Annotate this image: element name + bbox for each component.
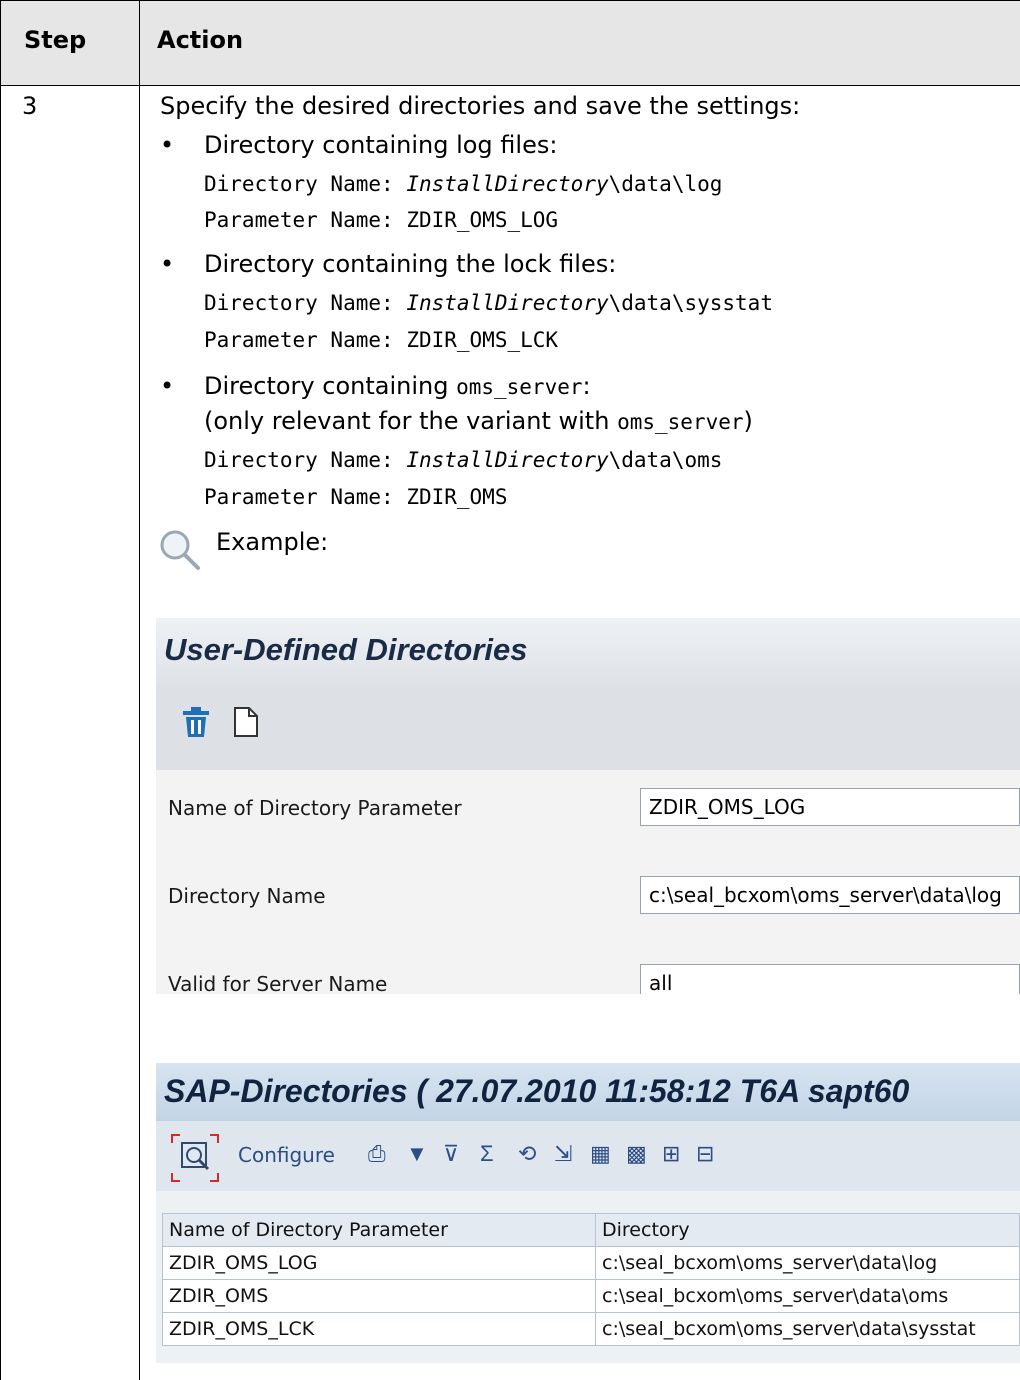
table-row[interactable]: ZDIR_OMS_LCK c:\seal_bcxom\oms_server\da… bbox=[162, 1312, 1020, 1346]
parameter-line: Parameter Name: ZDIR_OMS_LOG bbox=[204, 208, 558, 232]
panel-title-bar: SAP-Directories ( 27.07.2010 11:58:12 T6… bbox=[156, 1063, 1020, 1121]
title-code: oms_server bbox=[456, 375, 583, 399]
dir-var: InstallDirectory bbox=[406, 172, 609, 196]
dir-path: \data\log bbox=[608, 172, 723, 196]
title-post: : bbox=[582, 372, 591, 400]
new-document-icon[interactable] bbox=[233, 706, 259, 743]
bullet: • bbox=[160, 250, 175, 278]
dir-label: Directory Name: bbox=[204, 291, 394, 315]
sum-icon[interactable]: Σ bbox=[480, 1141, 494, 1167]
note-pre: (only relevant for the variant with bbox=[204, 407, 618, 435]
parameter-line: Parameter Name: ZDIR_OMS_LCK bbox=[204, 328, 558, 352]
details-icon[interactable] bbox=[170, 1133, 220, 1188]
bullet-title: Directory containing log files: bbox=[204, 131, 558, 159]
header-step: Step bbox=[24, 26, 87, 54]
directory-name-field[interactable]: c:\seal_bcxom\oms_server\data\log bbox=[640, 876, 1020, 914]
header-action: Action bbox=[157, 26, 244, 54]
sort-icon[interactable]: ▼ bbox=[406, 1141, 428, 1167]
parameter-cell: ZDIR_OMS_LCK bbox=[162, 1312, 596, 1346]
user-defined-directories-panel: User-Defined Directories Name of Directo… bbox=[156, 618, 1020, 994]
bullet-title: Directory containing oms_server: bbox=[204, 372, 591, 400]
step-number: 3 bbox=[22, 92, 38, 120]
panel-toolbar: Configure ⎙ ▼ ⊽ Σ ⟲ ⇲ ▦ ▩ ⊞ ⊟ bbox=[156, 1121, 1020, 1191]
intro-text: Specify the desired directories and save… bbox=[160, 92, 801, 120]
filter-icon[interactable]: ⊽ bbox=[443, 1141, 459, 1167]
directory-line: Directory Name: InstallDirectory\data\lo… bbox=[204, 172, 722, 196]
rule bbox=[0, 0, 1, 1380]
param-value: ZDIR_OMS bbox=[406, 485, 508, 509]
delete-row-icon[interactable]: ⊟ bbox=[696, 1141, 714, 1167]
table-header: Step Action bbox=[0, 0, 1020, 85]
dir-path: \data\oms bbox=[608, 448, 723, 472]
directory-cell: c:\seal_bcxom\oms_server\data\log bbox=[595, 1246, 1020, 1280]
column-header[interactable]: Name of Directory Parameter bbox=[162, 1213, 596, 1247]
param-value: ZDIR_OMS_LOG bbox=[406, 208, 559, 232]
grid-icon[interactable]: ▩ bbox=[626, 1141, 647, 1167]
panel-form: Name of Directory Parameter ZDIR_OMS_LOG… bbox=[156, 770, 1020, 994]
layout-icon[interactable]: ▦ bbox=[590, 1141, 611, 1167]
column-header[interactable]: Directory bbox=[595, 1213, 1020, 1247]
rule bbox=[0, 0, 1020, 1]
field-label: Directory Name bbox=[168, 884, 326, 908]
bullet-title: Directory containing the lock files: bbox=[204, 250, 617, 278]
dir-var: InstallDirectory bbox=[406, 291, 609, 315]
configure-button[interactable]: Configure bbox=[238, 1143, 335, 1167]
insert-row-icon[interactable]: ⊞ bbox=[662, 1141, 680, 1167]
dir-label: Directory Name: bbox=[204, 448, 394, 472]
title-pre: Directory containing bbox=[204, 372, 457, 400]
param-label: Parameter Name: bbox=[204, 328, 394, 352]
rule bbox=[0, 85, 1020, 86]
table-row[interactable]: ZDIR_OMS_LOG c:\seal_bcxom\oms_server\da… bbox=[162, 1246, 1020, 1280]
magnifier-icon bbox=[158, 528, 202, 577]
parameter-line: Parameter Name: ZDIR_OMS bbox=[204, 485, 507, 509]
bullet: • bbox=[160, 131, 175, 159]
field-label: Valid for Server Name bbox=[168, 972, 388, 994]
param-label: Parameter Name: bbox=[204, 485, 394, 509]
directories-table: Name of Directory Parameter Directory ZD… bbox=[162, 1213, 1020, 1346]
param-value: ZDIR_OMS_LCK bbox=[406, 328, 559, 352]
field-label: Name of Directory Parameter bbox=[168, 796, 462, 820]
table-row[interactable]: ZDIR_OMS c:\seal_bcxom\oms_server\data\o… bbox=[162, 1279, 1020, 1313]
directory-line: Directory Name: InstallDirectory\data\om… bbox=[204, 448, 722, 472]
delete-icon[interactable] bbox=[180, 706, 212, 745]
instruction-table: Step Action 3 Specify the desired direct… bbox=[0, 0, 1020, 1380]
dir-path: \data\sysstat bbox=[608, 291, 773, 315]
directory-line: Directory Name: InstallDirectory\data\sy… bbox=[204, 291, 773, 315]
panel-title-bar: User-Defined Directories bbox=[156, 618, 1020, 684]
bullet-note: (only relevant for the variant with oms_… bbox=[204, 407, 753, 435]
parameter-cell: ZDIR_OMS_LOG bbox=[162, 1246, 596, 1280]
note-post: ) bbox=[743, 407, 753, 435]
directory-cell: c:\seal_bcxom\oms_server\data\sysstat bbox=[595, 1312, 1020, 1346]
directory-cell: c:\seal_bcxom\oms_server\data\oms bbox=[595, 1279, 1020, 1313]
export-icon[interactable]: ⇲ bbox=[554, 1141, 572, 1167]
server-name-field[interactable]: all bbox=[640, 964, 1020, 994]
bullet: • bbox=[160, 372, 175, 400]
dir-label: Directory Name: bbox=[204, 172, 394, 196]
example-label: Example: bbox=[216, 528, 329, 556]
directory-parameter-field[interactable]: ZDIR_OMS_LOG bbox=[640, 788, 1020, 826]
table-header-row: Name of Directory Parameter Directory bbox=[162, 1213, 1020, 1247]
refresh-icon[interactable]: ⟲ bbox=[518, 1141, 536, 1167]
panel-toolbar bbox=[156, 684, 1020, 770]
sap-directories-panel: SAP-Directories ( 27.07.2010 11:58:12 T6… bbox=[156, 1063, 1020, 1363]
dir-var: InstallDirectory bbox=[406, 448, 609, 472]
parameter-cell: ZDIR_OMS bbox=[162, 1279, 596, 1313]
param-label: Parameter Name: bbox=[204, 208, 394, 232]
panel-title: User-Defined Directories bbox=[164, 632, 528, 667]
print-icon[interactable]: ⎙ bbox=[368, 1141, 386, 1167]
note-code: oms_server bbox=[617, 410, 744, 434]
rule bbox=[139, 0, 140, 1380]
panel-title: SAP-Directories ( 27.07.2010 11:58:12 T6… bbox=[164, 1073, 910, 1109]
